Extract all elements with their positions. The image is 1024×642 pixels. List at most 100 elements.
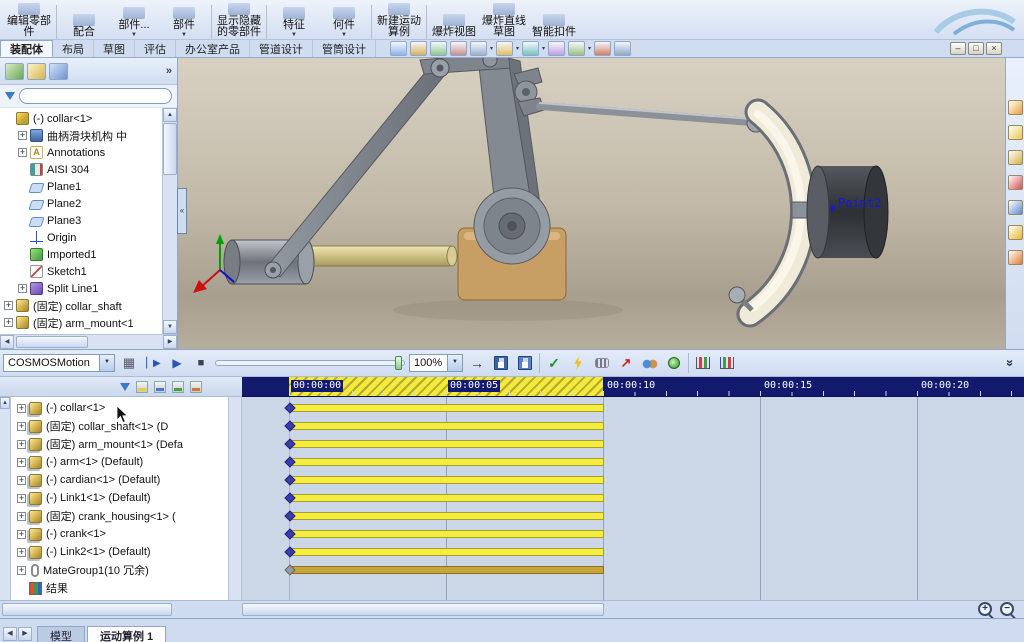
calculate-icon[interactable] bbox=[119, 353, 139, 373]
close-button[interactable]: × bbox=[986, 42, 1002, 55]
timeline-bar[interactable] bbox=[289, 404, 604, 412]
featuretree-item[interactable]: 曲柄滑块机构 中 bbox=[0, 127, 162, 144]
study-tab-1[interactable]: 模型 bbox=[37, 626, 85, 642]
scrollbar-thumb[interactable] bbox=[16, 336, 88, 348]
expand-icon[interactable] bbox=[4, 301, 13, 310]
command-tab-3[interactable]: 草图 bbox=[94, 40, 135, 57]
view-settings-icon[interactable] bbox=[614, 41, 632, 56]
timeline-row[interactable] bbox=[242, 453, 1024, 471]
motion-tree-left-scrollbar[interactable]: ▲ bbox=[0, 397, 11, 600]
filter-selected-icon[interactable] bbox=[172, 380, 184, 393]
display-style-icon[interactable] bbox=[522, 41, 540, 56]
timeline-row[interactable] bbox=[242, 579, 1024, 597]
timeline-row[interactable] bbox=[242, 561, 1024, 579]
timeline-ruler[interactable]: 00:00:00 00:00:05 00:00:10 00:00:15 00:00:20 bbox=[242, 377, 1024, 397]
timeline-row[interactable] bbox=[242, 489, 1024, 507]
view-palette-icon[interactable] bbox=[1007, 200, 1023, 215]
timeline-bar[interactable] bbox=[289, 530, 604, 538]
dropdown-arrow-icon[interactable]: ▾ bbox=[516, 45, 519, 52]
timeline-bar[interactable] bbox=[289, 566, 604, 574]
motion-tree-item[interactable]: (-) Link2<1> (Default) bbox=[11, 543, 228, 561]
custom-properties-icon[interactable] bbox=[1007, 250, 1023, 265]
design-library-icon[interactable] bbox=[1007, 125, 1023, 140]
edit-appearance-icon[interactable] bbox=[568, 41, 586, 56]
ribbon-button-5[interactable]: 显示隐藏的零部件 bbox=[214, 0, 264, 39]
panel-collapse-handle[interactable] bbox=[177, 188, 187, 234]
point-annotation[interactable]: Point2 bbox=[838, 196, 881, 210]
panel-overflow-chevron-icon[interactable]: » bbox=[166, 65, 172, 77]
zoom-fit-icon[interactable] bbox=[410, 41, 427, 56]
timeline-bar[interactable] bbox=[289, 476, 604, 484]
scroll-left-icon[interactable]: ◀ bbox=[0, 335, 14, 349]
motion-setup-button[interactable] bbox=[717, 353, 737, 373]
ribbon-button-10[interactable]: 爆炸直线草图 bbox=[479, 0, 529, 39]
featuretree-item[interactable]: Plane2 bbox=[0, 195, 162, 212]
expand-icon[interactable] bbox=[17, 475, 26, 485]
expand-icon[interactable] bbox=[17, 403, 26, 413]
command-tab-7[interactable]: 管筒设计 bbox=[313, 40, 376, 57]
scroll-up-icon[interactable]: ▲ bbox=[0, 397, 10, 409]
command-tab-4[interactable]: 评估 bbox=[135, 40, 176, 57]
force-button[interactable] bbox=[616, 353, 636, 373]
scrollbar-thumb[interactable] bbox=[163, 123, 177, 175]
expand-icon[interactable] bbox=[17, 439, 26, 449]
featuremanager-tab-icon[interactable] bbox=[5, 62, 24, 80]
dropdown-arrow-icon[interactable]: ▾ bbox=[490, 45, 493, 52]
timeline-row[interactable] bbox=[242, 543, 1024, 561]
expand-icon[interactable] bbox=[18, 131, 27, 140]
expand-icon[interactable] bbox=[17, 565, 26, 575]
collapse-motionmanager-button[interactable] bbox=[1001, 353, 1021, 373]
timeline-bar[interactable] bbox=[289, 548, 604, 556]
hide-show-items-icon[interactable] bbox=[548, 41, 566, 56]
motion-tree-item[interactable]: (-) Link1<1> (Default) bbox=[11, 489, 228, 507]
dropdown-arrow-icon[interactable]: ▾ bbox=[588, 45, 591, 52]
tree-hscroll-thumb[interactable] bbox=[2, 603, 172, 616]
contact-button[interactable] bbox=[640, 353, 660, 373]
featuretree-item[interactable]: Sketch1 bbox=[0, 263, 162, 280]
spring-button[interactable] bbox=[592, 353, 612, 373]
expand-icon[interactable] bbox=[4, 318, 13, 327]
timeline-hscroll-thumb[interactable] bbox=[242, 603, 604, 616]
timeline-position-slider[interactable] bbox=[215, 356, 405, 370]
featuretree-item[interactable]: (-) collar<1> bbox=[0, 110, 162, 127]
timeline-row[interactable] bbox=[242, 525, 1024, 543]
slider-thumb[interactable] bbox=[395, 356, 402, 370]
motion-tree-item[interactable]: (固定) crank_housing<1> ( bbox=[11, 507, 228, 525]
gravity-button[interactable] bbox=[664, 353, 684, 373]
timeline-bar[interactable] bbox=[289, 512, 604, 520]
featuretree-item[interactable]: Split Line1 bbox=[0, 280, 162, 297]
command-tab-1[interactable]: 装配体 bbox=[0, 40, 53, 57]
motion-tree-item[interactable]: (-) arm<1> (Default) bbox=[11, 453, 228, 471]
minimize-button[interactable]: – bbox=[950, 42, 966, 55]
timeline-row[interactable] bbox=[242, 507, 1024, 525]
ribbon-button-8[interactable]: 新建运动算例 bbox=[374, 0, 424, 39]
playback-mode-button[interactable] bbox=[467, 353, 487, 373]
timeline-row[interactable] bbox=[242, 417, 1024, 435]
timeline-bar[interactable] bbox=[289, 458, 604, 466]
select-arrow-icon[interactable] bbox=[390, 41, 407, 56]
expand-icon[interactable] bbox=[18, 148, 27, 157]
configurationmanager-tab-icon[interactable] bbox=[49, 62, 68, 80]
command-tab-6[interactable]: 管道设计 bbox=[250, 40, 313, 57]
timeline-zoom-in-button[interactable]: + bbox=[978, 602, 992, 616]
expand-icon[interactable] bbox=[17, 493, 26, 503]
scroll-up-icon[interactable]: ▲ bbox=[163, 108, 177, 122]
ribbon-button-3[interactable]: 部件... ▼ bbox=[109, 0, 159, 39]
ribbon-button-1[interactable]: 编辑零部件 bbox=[4, 0, 54, 39]
timeline-row[interactable] bbox=[242, 435, 1024, 453]
motion-tree-item[interactable]: MateGroup1(10 冗余) bbox=[11, 561, 228, 579]
section-view-icon[interactable] bbox=[470, 41, 487, 56]
timeline-area[interactable] bbox=[242, 397, 1024, 600]
graphics-viewport[interactable]: Point2 bbox=[178, 58, 1005, 349]
featuretree-item[interactable]: Annotations bbox=[0, 144, 162, 161]
featuretree-item[interactable]: Origin bbox=[0, 229, 162, 246]
timeline-row[interactable] bbox=[242, 399, 1024, 417]
save-animation-button[interactable] bbox=[491, 353, 511, 373]
motion-tree-item[interactable]: (-) cardian<1> (Default) bbox=[11, 471, 228, 489]
view-orientation-icon[interactable] bbox=[496, 41, 514, 56]
command-tab-2[interactable]: 布局 bbox=[53, 40, 94, 57]
ribbon-button-4[interactable]: 部件 ▼ bbox=[159, 0, 209, 39]
motion-study-type-combo[interactable]: COSMOSMotion bbox=[3, 354, 115, 372]
motion-tree-item[interactable]: 结果 bbox=[11, 579, 228, 597]
tree-horizontal-scrollbar[interactable]: ◀ ▶ bbox=[0, 334, 177, 349]
